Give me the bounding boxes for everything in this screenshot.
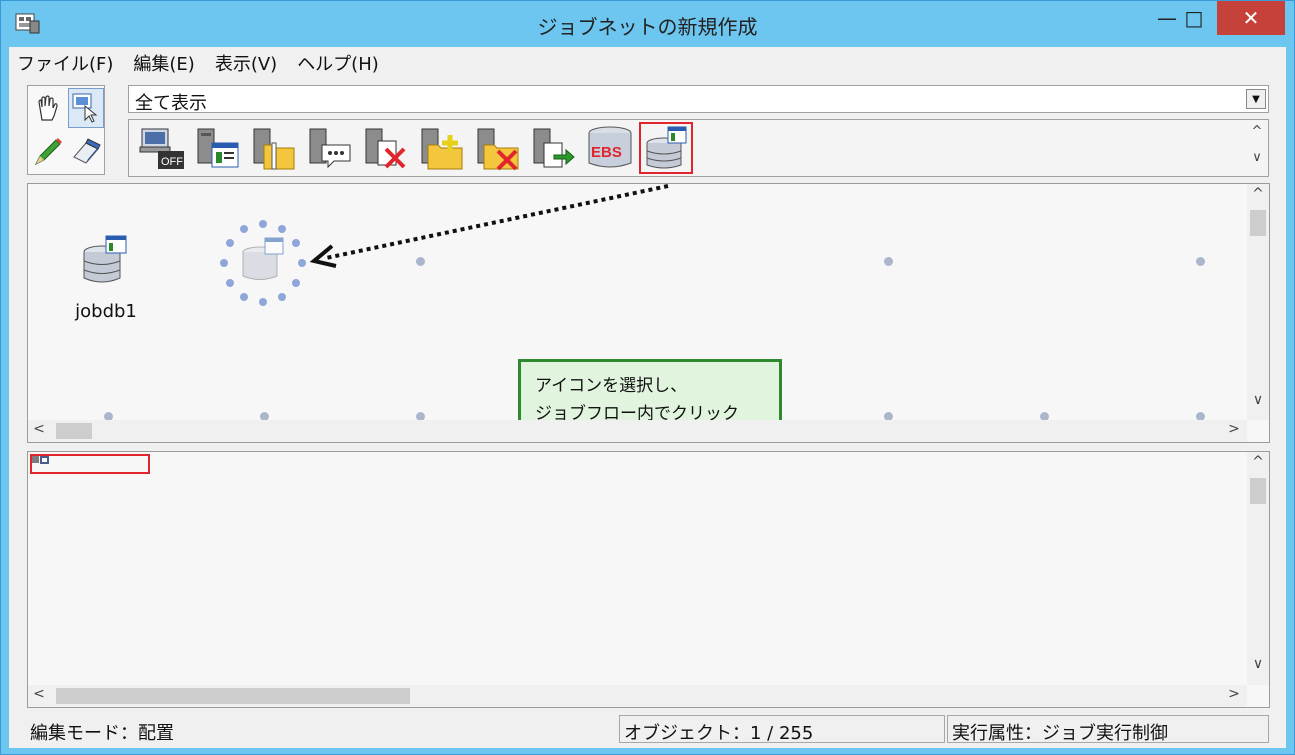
scrollbar-thumb[interactable] (56, 688, 410, 704)
placed-jobdb-icon[interactable] (80, 234, 130, 288)
maximize-button[interactable]: □ (1171, 1, 1217, 35)
folder-delete-icon[interactable] (471, 122, 525, 174)
server-message-icon[interactable] (303, 122, 357, 174)
grid-point (1196, 257, 1205, 266)
detail-highlight (30, 454, 150, 474)
app-window: ジョブネットの新規作成 — □ ✕ ファイル(F) 編集(E) 表示(V) ヘル… (0, 0, 1295, 755)
flow-horizontal-scrollbar[interactable]: < > (28, 420, 1247, 442)
chevron-up-icon[interactable]: ^ (1246, 124, 1268, 139)
ebs-database-icon[interactable]: EBS (583, 122, 637, 174)
server-export-icon[interactable] (527, 122, 581, 174)
job-icon-toolbar: OFF EBS ^ ∨ (128, 119, 1269, 177)
maximize-icon: □ (1184, 6, 1204, 30)
placement-cursor-icon (218, 218, 308, 308)
status-bar: 編集モード：配置 オブジェクト：1 / 255 実行属性：ジョブ実行制御 (9, 712, 1286, 746)
eraser-icon[interactable] (68, 132, 104, 172)
view-filter-select[interactable]: 全て表示 ▼ (128, 85, 1269, 114)
mini-node-icon (40, 456, 49, 464)
callout-line-1: アイコンを選択し、 (535, 376, 688, 396)
chevron-right-icon[interactable]: > (1223, 421, 1245, 437)
menu-file[interactable]: ファイル(F) (9, 50, 123, 76)
chevron-up-icon[interactable]: ^ (1247, 186, 1269, 202)
edit-tool-palette (27, 85, 105, 175)
scrollbar-thumb[interactable] (56, 423, 92, 439)
chevron-right-icon[interactable]: > (1223, 686, 1245, 702)
detail-panel[interactable]: ^ ∨ < > (27, 451, 1270, 708)
menu-bar: ファイル(F) 編集(E) 表示(V) ヘルプ(H) (9, 47, 1286, 79)
toolbar-scrollbar[interactable]: ^ ∨ (1246, 120, 1268, 176)
view-filter-value: 全て表示 (135, 93, 207, 114)
chevron-left-icon[interactable]: < (28, 421, 50, 437)
job-label: jobdb1 (75, 301, 137, 322)
detail-horizontal-scrollbar[interactable]: < > (28, 685, 1247, 707)
server-zip-folder-icon[interactable] (247, 122, 301, 174)
grid-point (884, 257, 893, 266)
server-job-list-icon[interactable] (191, 122, 245, 174)
svg-text:OFF: OFF (161, 156, 183, 168)
menu-edit[interactable]: 編集(E) (125, 50, 204, 76)
chevron-down-icon[interactable]: ∨ (1247, 656, 1269, 672)
chevron-left-icon[interactable]: < (28, 686, 50, 702)
scrollbar-thumb[interactable] (1250, 478, 1266, 504)
chevron-up-icon[interactable]: ^ (1247, 454, 1269, 470)
status-mode: 編集モード：配置 (25, 715, 617, 743)
job-flow-canvas[interactable]: jobdb1 アイコンを選択し、 ジョブフロー内でクリック ^ ∨ < > (27, 183, 1270, 443)
scrollbar-thumb[interactable] (1250, 210, 1266, 236)
folder-add-icon[interactable] (415, 122, 469, 174)
title-bar[interactable]: ジョブネットの新規作成 — □ ✕ (1, 1, 1294, 47)
jobdb-icon[interactable] (639, 122, 693, 174)
pencil-icon[interactable] (30, 132, 66, 172)
hand-icon[interactable] (30, 88, 66, 128)
close-button[interactable]: ✕ (1217, 1, 1285, 35)
chevron-down-icon[interactable]: ▼ (1246, 89, 1266, 109)
mini-node-icon (32, 456, 39, 463)
window-title: ジョブネットの新規作成 (537, 15, 758, 39)
server-delete-icon[interactable] (359, 122, 413, 174)
client-area: ファイル(F) 編集(E) 表示(V) ヘルプ(H) 全て表示 ▼ OFF EB… (9, 47, 1286, 748)
flow-vertical-scrollbar[interactable]: ^ ∨ (1247, 184, 1269, 420)
chevron-down-icon[interactable]: ∨ (1247, 392, 1269, 408)
detail-vertical-scrollbar[interactable]: ^ ∨ (1247, 452, 1269, 685)
drag-arrow (309, 184, 669, 268)
menu-view[interactable]: 表示(V) (207, 50, 287, 76)
power-off-host-icon[interactable]: OFF (135, 122, 189, 174)
close-icon: ✕ (1242, 6, 1260, 30)
select-cursor-icon[interactable] (68, 88, 104, 128)
chevron-down-icon[interactable]: ∨ (1246, 150, 1268, 165)
status-object-count: オブジェクト：1 / 255 (619, 715, 945, 743)
status-exec-attribute: 実行属性：ジョブ実行制御 (947, 715, 1269, 743)
ebs-label: EBS (591, 144, 622, 161)
menu-help[interactable]: ヘルプ(H) (289, 50, 389, 76)
